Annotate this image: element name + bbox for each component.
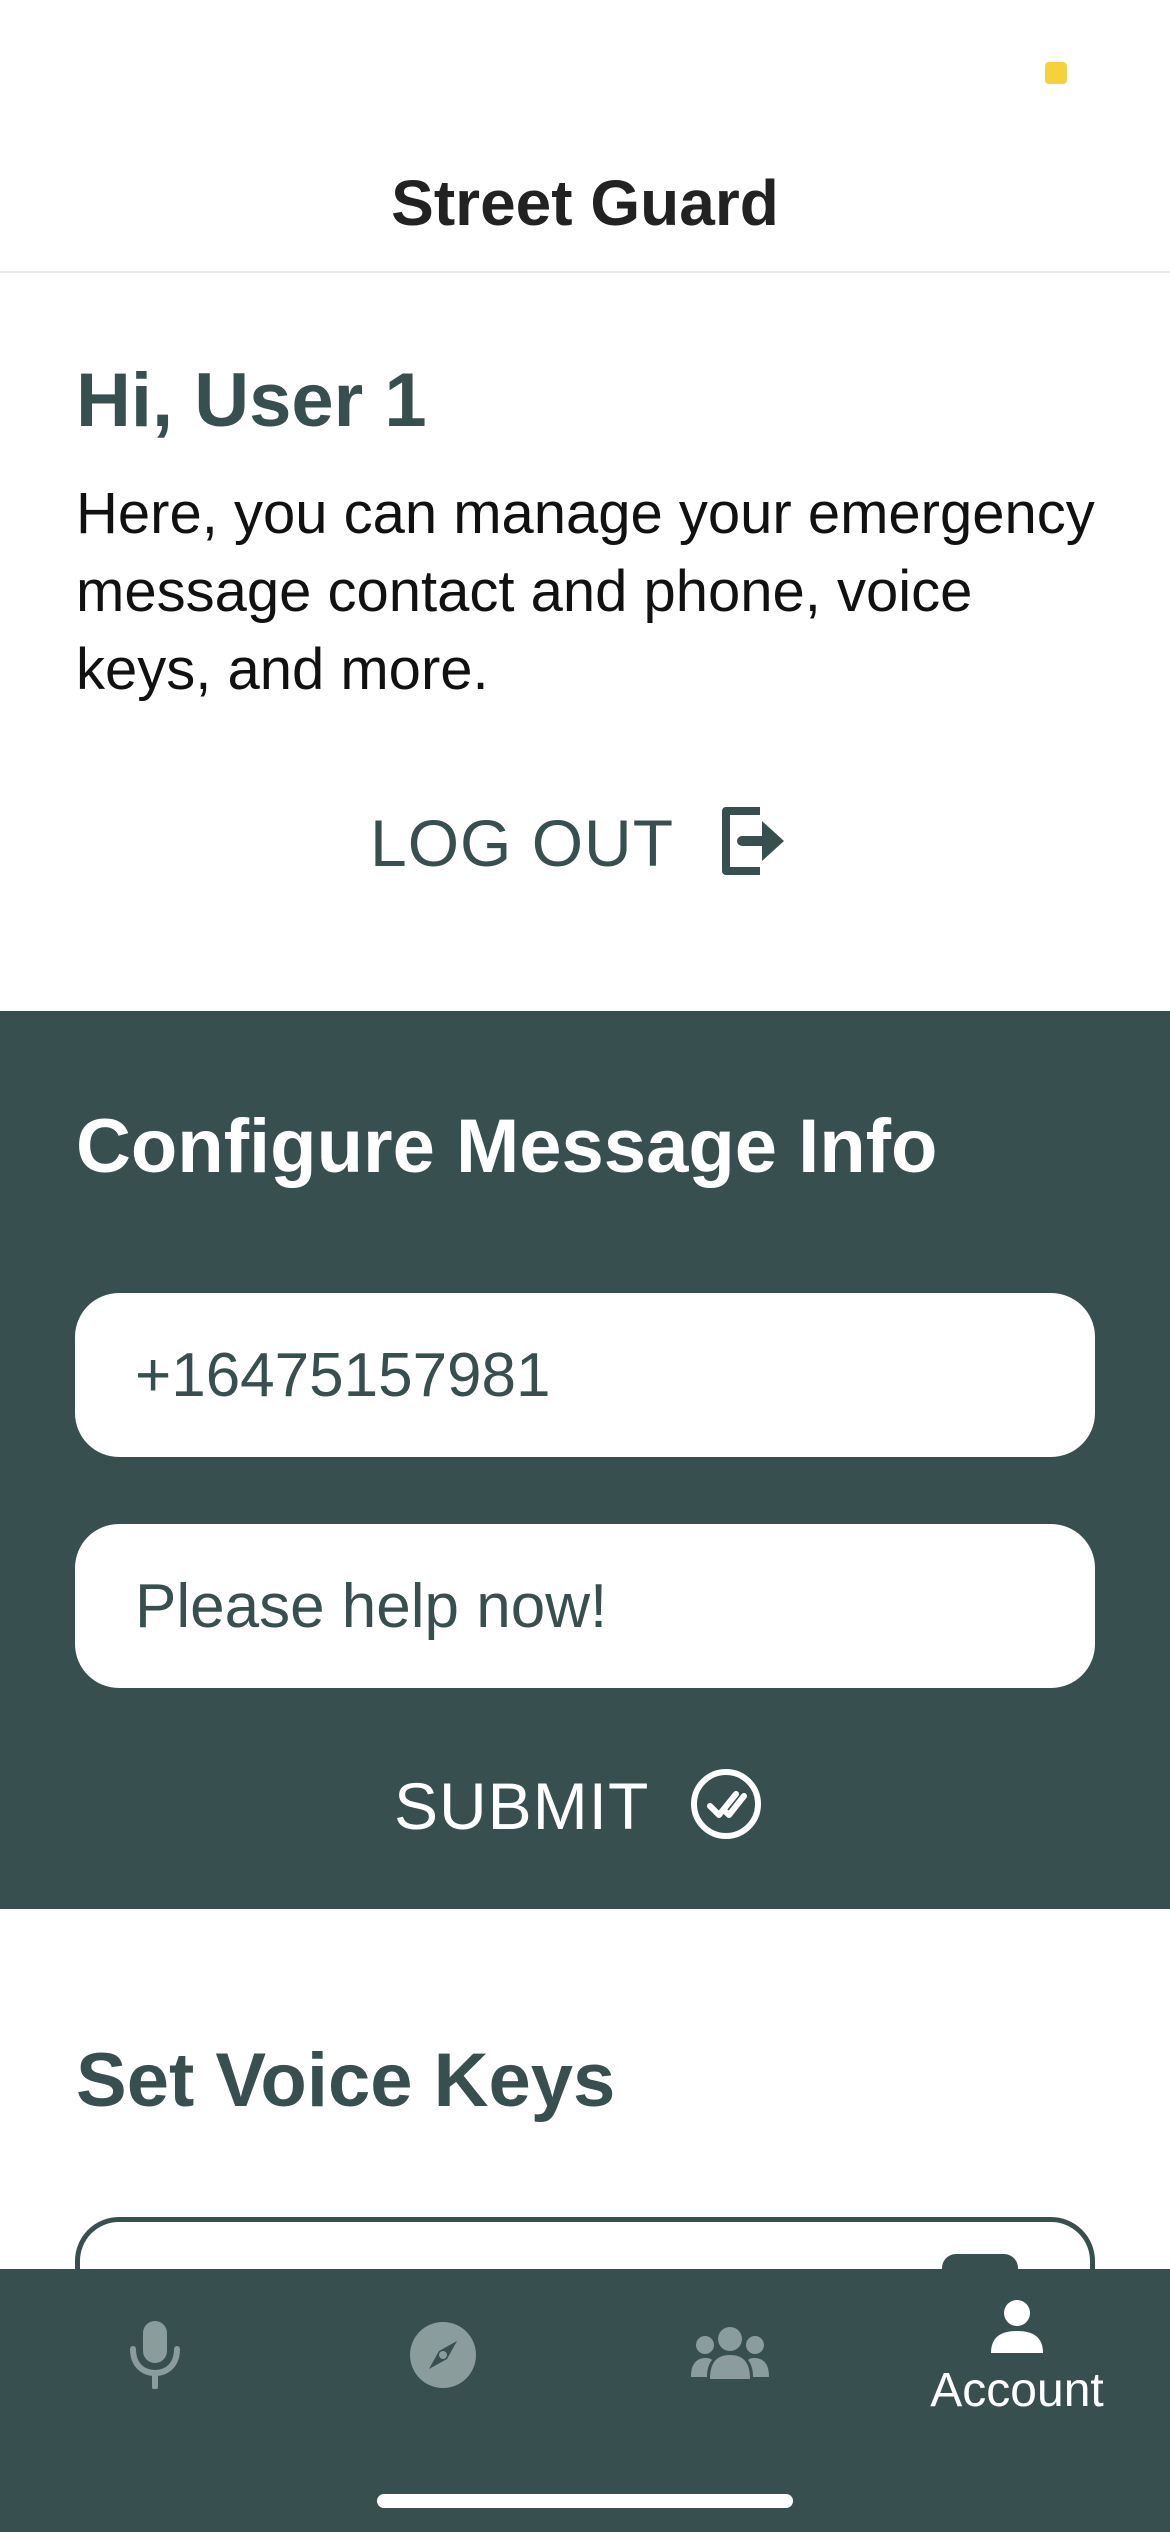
status-indicator-dot <box>1045 62 1067 84</box>
microphone-icon <box>130 2321 180 2389</box>
logout-button[interactable]: LOG OUT <box>370 793 788 893</box>
logout-icon <box>716 803 788 884</box>
tab-community[interactable] <box>584 2269 876 2449</box>
configure-message-heading: Configure Message Info <box>76 1104 938 1189</box>
tab-account-label: Account <box>930 2364 1104 2417</box>
greeting-heading: Hi, User 1 <box>76 358 427 443</box>
status-bar <box>0 0 1170 140</box>
app-title: Street Guard <box>391 167 779 239</box>
voice-keys-heading: Set Voice Keys <box>76 2038 616 2123</box>
tab-explore[interactable] <box>297 2269 589 2449</box>
home-indicator <box>377 2494 793 2508</box>
submit-button[interactable]: SUBMIT <box>394 1756 763 1856</box>
phone-number-field[interactable] <box>75 1293 1095 1457</box>
configure-message-section: Configure Message Info SUBMIT <box>0 1011 1170 1909</box>
tab-account[interactable]: Account <box>871 2269 1163 2449</box>
compass-icon <box>410 2322 476 2388</box>
voice-keys-section: Set Voice Keys <box>0 1909 1170 2337</box>
navigation-header: Street Guard <box>0 140 1170 273</box>
person-icon <box>991 2300 1043 2353</box>
intro-section: Hi, User 1 Here, you can manage your eme… <box>0 273 1170 1011</box>
tab-voice[interactable] <box>9 2269 301 2449</box>
intro-description: Here, you can manage your emergency mess… <box>76 481 1095 702</box>
submit-label: SUBMIT <box>394 1769 650 1843</box>
people-icon <box>691 2327 769 2379</box>
check-circle-icon <box>689 1767 763 1846</box>
emergency-message-field[interactable] <box>75 1524 1095 1688</box>
logout-label: LOG OUT <box>370 806 675 880</box>
bottom-tab-bar: Account <box>0 2269 1170 2532</box>
